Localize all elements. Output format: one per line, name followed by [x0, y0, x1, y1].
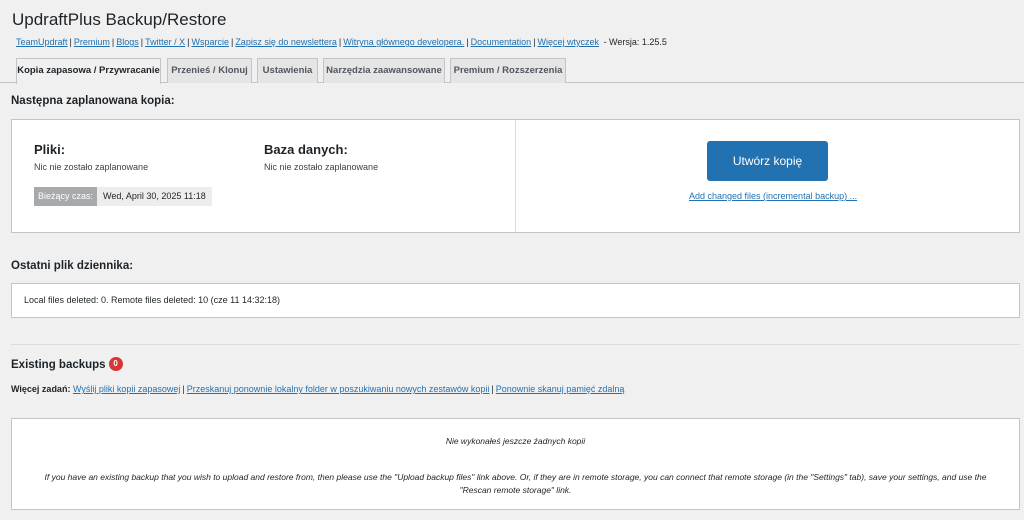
database-schedule: Nic nie zostało zaplanowane	[264, 162, 379, 172]
database-label: Baza danych:	[264, 142, 348, 157]
no-backups-message: Nie wykonałeś jeszcze żadnych kopii	[445, 436, 586, 446]
link-newsletter[interactable]: Zapisz się do newslettera	[235, 37, 337, 47]
link-more-plugins[interactable]: Więcej wtyczek	[538, 37, 600, 47]
files-label: Pliki:	[34, 142, 66, 157]
section-divider	[11, 344, 1020, 345]
header-links: TeamUpdraft | Premium | Blogs | Twitter / X | Ws…	[16, 37, 667, 47]
link-premium[interactable]: Premium	[74, 37, 110, 47]
current-time-value: Wed, April 30, 2025 11:18	[97, 187, 212, 206]
link-twitter[interactable]: Twitter / X	[145, 37, 185, 47]
tab-premium-extensions[interactable]: Premium / Rozszerzenia	[450, 58, 566, 83]
rescan-local-folder-link[interactable]: Przeskanuj ponownie lokalny folder w pos…	[187, 384, 490, 394]
link-separator: |	[187, 37, 190, 47]
files-schedule: Nic nie zostało zaplanowane	[34, 162, 149, 172]
last-log-panel: Local files deleted: 0. Remote files del…	[11, 283, 1020, 318]
link-separator: |	[533, 37, 536, 47]
more-tasks-label: Więcej zadań:	[11, 384, 71, 394]
link-blogs[interactable]: Blogs	[116, 37, 139, 47]
rescan-remote-storage-link[interactable]: Ponownie skanuj pamięć zdalną	[496, 384, 625, 394]
link-separator: |	[69, 37, 72, 47]
tab-migrate-clone[interactable]: Przenieś / Klonuj	[167, 58, 252, 83]
link-documentation[interactable]: Documentation	[471, 37, 532, 47]
more-tasks: Więcej zadań: Wyślij pliki kopii zapasow…	[11, 384, 624, 394]
link-separator: |	[230, 37, 234, 47]
panel-divider	[515, 120, 516, 232]
incremental-backup-link[interactable]: Add changed files (incremental backup) .…	[689, 191, 857, 201]
upload-help-line-1: If you have an existing backup that you …	[44, 472, 987, 482]
last-log-message: Local files deleted: 0. Remote files del…	[24, 295, 280, 305]
tab-bar: Kopia zapasowa / Przywracanie Przenieś /…	[0, 58, 1024, 84]
page-title: UpdraftPlus Backup/Restore	[12, 10, 227, 29]
link-separator: |	[338, 37, 342, 47]
existing-backups-panel: Nie wykonałeś jeszcze żadnych kopii If y…	[11, 418, 1020, 510]
current-time: Bieżący czas: Wed, April 30, 2025 11:18	[34, 187, 212, 206]
upload-backup-files-link[interactable]: Wyślij pliki kopii zapasowej	[73, 384, 180, 394]
link-lead-developer[interactable]: Witryna głównego developera.	[343, 37, 464, 47]
link-teamupdraft[interactable]: TeamUpdraft	[16, 37, 68, 47]
plugin-version: - Wersja: 1.25.5	[603, 37, 667, 47]
upload-help-line-2: "Rescan remote storage" link.	[459, 485, 572, 495]
link-separator: |	[491, 384, 494, 394]
tab-settings[interactable]: Ustawienia	[257, 58, 318, 83]
next-backup-panel: Pliki: Nic nie zostało zaplanowane Baza …	[11, 119, 1020, 233]
existing-backups-heading: Existing backups 0	[11, 357, 123, 372]
link-separator: |	[140, 37, 144, 47]
link-support[interactable]: Wsparcie	[191, 37, 229, 47]
link-separator: |	[466, 37, 469, 47]
backup-count-badge: 0	[108, 357, 123, 371]
tab-advanced-tools[interactable]: Narzędzia zaawansowane	[323, 58, 445, 83]
next-backup-heading: Następna zaplanowana kopia:	[11, 95, 175, 107]
current-time-label: Bieżący czas:	[34, 187, 98, 206]
backup-now-button[interactable]: Utwórz kopię	[707, 141, 828, 181]
link-separator: |	[111, 37, 115, 47]
existing-backups-title: Existing backups	[11, 359, 106, 372]
updraftplus-page: UpdraftPlus Backup/Restore TeamUpdraft | P…	[0, 0, 1024, 520]
link-separator: |	[182, 384, 185, 394]
last-log-heading: Ostatni plik dziennika:	[11, 260, 134, 272]
tab-backup-restore[interactable]: Kopia zapasowa / Przywracanie	[16, 58, 161, 84]
